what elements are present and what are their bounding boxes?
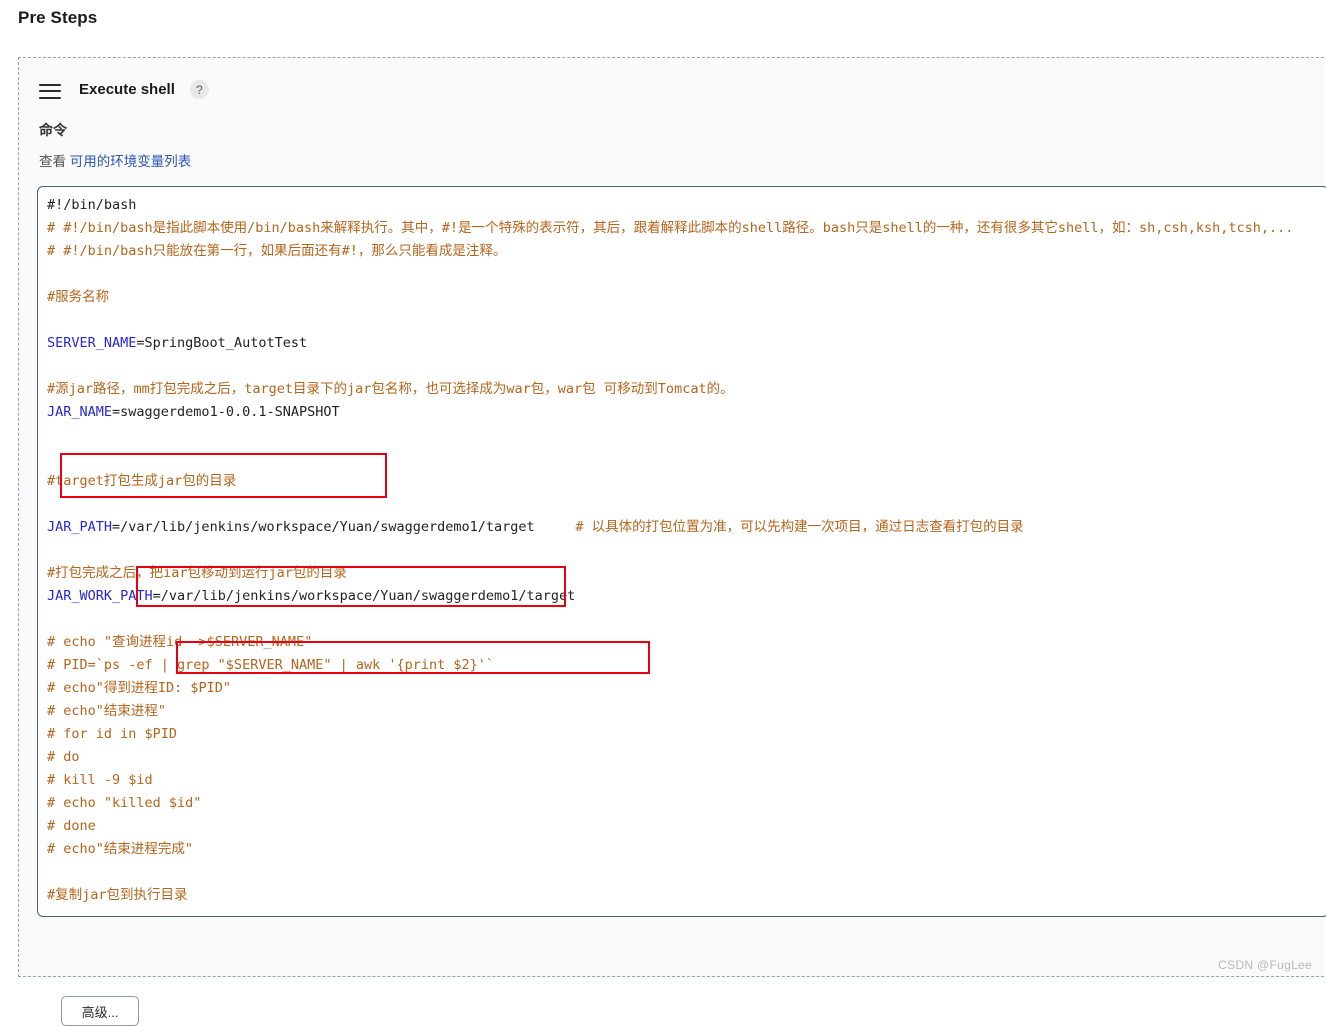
code-segment: SERVER_NAME (47, 335, 137, 351)
shell-command-content: #!/bin/bash # #!/bin/bash是指此脚本使用/bin/bash… (47, 194, 1326, 907)
code-line: # kill -9 $id (47, 769, 1326, 792)
code-segment: #服务名称 (47, 289, 110, 305)
code-line: # do (47, 746, 1326, 769)
code-line: JAR_NAME=swaggerdemo1-0.0.1-SNAPSHOT (47, 401, 1326, 424)
code-segment: JAR_PATH (47, 519, 113, 535)
code-segment: # echo "查询进程id-->$SERVER_NAME" (47, 634, 313, 650)
code-line: # done (47, 815, 1326, 838)
code-line: JAR_PATH=/var/lib/jenkins/workspace/Yuan… (47, 516, 1326, 539)
code-segment: #复制jar包到执行目录 (47, 887, 188, 903)
code-segment: #源jar路径，mm打包完成之后，target目录下的jar包名称，也可选择成为… (47, 381, 734, 397)
code-line: # PID=`ps -ef | grep "$SERVER_NAME" | aw… (47, 654, 1326, 677)
page-title: Pre Steps (18, 8, 98, 27)
code-line: SERVER_NAME=SpringBoot_AutotTest (47, 332, 1326, 355)
code-line: JAR_WORK_PATH=/var/lib/jenkins/workspace… (47, 585, 1326, 608)
available-env-variables-link[interactable]: 可用的环境变量列表 (70, 154, 192, 169)
code-line: # echo"结束进程" (47, 700, 1326, 723)
code-segment: # PID=`ps -ef | grep "$SERVER_NAME" | aw… (47, 657, 495, 673)
code-segment: #!/bin/bash (47, 197, 137, 213)
code-segment: # #!/bin/bash是指此脚本使用/bin/bash来解释执行。其中，#!… (47, 220, 1294, 236)
code-segment: #打包完成之后，把iar包移动到运行jar包的目录 (47, 565, 347, 581)
code-line: #服务名称 (47, 286, 1326, 309)
step-title: Execute shell (79, 81, 175, 98)
code-line: #!/bin/bash (47, 194, 1326, 217)
code-segment: =SpringBoot_AutotTest (136, 335, 308, 351)
code-segment: # echo"结束进程完成" (47, 841, 194, 857)
code-segment: # done (47, 818, 96, 834)
code-line: # echo "查询进程id-->$SERVER_NAME" (47, 631, 1326, 654)
code-line: # echo"得到进程ID: $PID" (47, 677, 1326, 700)
step-header: Execute shell ? (39, 80, 209, 99)
code-line: # #!/bin/bash只能放在第一行，如果后面还有#!，那么只能看成是注释。 (47, 240, 1326, 263)
code-line: # echo"结束进程完成" (47, 838, 1326, 861)
code-segment: #target打包生成jar包的目录 (47, 473, 237, 489)
code-segment: =/var/lib/jenkins/workspace/Yuan/swagger… (152, 588, 576, 604)
code-segment: # echo"结束进程" (47, 703, 167, 719)
help-prefix-text: 查看 (39, 154, 66, 169)
shell-command-textarea[interactable]: #!/bin/bash # #!/bin/bash是指此脚本使用/bin/bash… (37, 186, 1326, 917)
watermark: CSDN @FugLee (1218, 958, 1312, 972)
code-segment: # 以具体的打包位置为准，可以先构建一次项目，通过日志查看打包的目录 (575, 519, 1024, 535)
code-line: # #!/bin/bash是指此脚本使用/bin/bash来解释执行。其中，#!… (47, 217, 1326, 240)
code-segment: JAR_WORK_PATH (47, 588, 153, 604)
env-variables-help-line: 查看 可用的环境变量列表 (39, 150, 191, 170)
code-segment: # echo "killed $id" (47, 795, 202, 811)
code-line: # echo "killed $id" (47, 792, 1326, 815)
code-segment: # do (47, 749, 80, 765)
code-line: # for id in $PID (47, 723, 1326, 746)
code-segment: # for id in $PID (47, 726, 178, 742)
code-segment: # #!/bin/bash只能放在第一行，如果后面还有#!，那么只能看成是注释。 (47, 243, 507, 259)
code-segment: =swaggerdemo1-0.0.1-SNAPSHOT (112, 404, 340, 420)
help-icon[interactable]: ? (189, 80, 209, 99)
code-line: #复制jar包到执行目录 (47, 884, 1326, 907)
hamburger-drag-icon[interactable] (39, 81, 61, 99)
code-line: #target打包生成jar包的目录 (47, 470, 1326, 493)
command-field-label: 命令 (39, 122, 67, 138)
advanced-button[interactable]: 高级... (61, 996, 139, 1026)
code-segment: # echo"得到进程ID: $PID" (47, 680, 232, 696)
code-segment: =/var/lib/jenkins/workspace/Yuan/swagger… (112, 519, 576, 535)
pre-step-container: Execute shell ? 命令 查看 可用的环境变量列表 #!/bin/b… (18, 57, 1326, 1026)
code-segment: # kill -9 $id (47, 772, 153, 788)
code-line: #打包完成之后，把iar包移动到运行jar包的目录 (47, 562, 1326, 585)
code-line: #源jar路径，mm打包完成之后，target目录下的jar包名称，也可选择成为… (47, 378, 1326, 401)
code-segment: JAR_NAME (47, 404, 113, 420)
